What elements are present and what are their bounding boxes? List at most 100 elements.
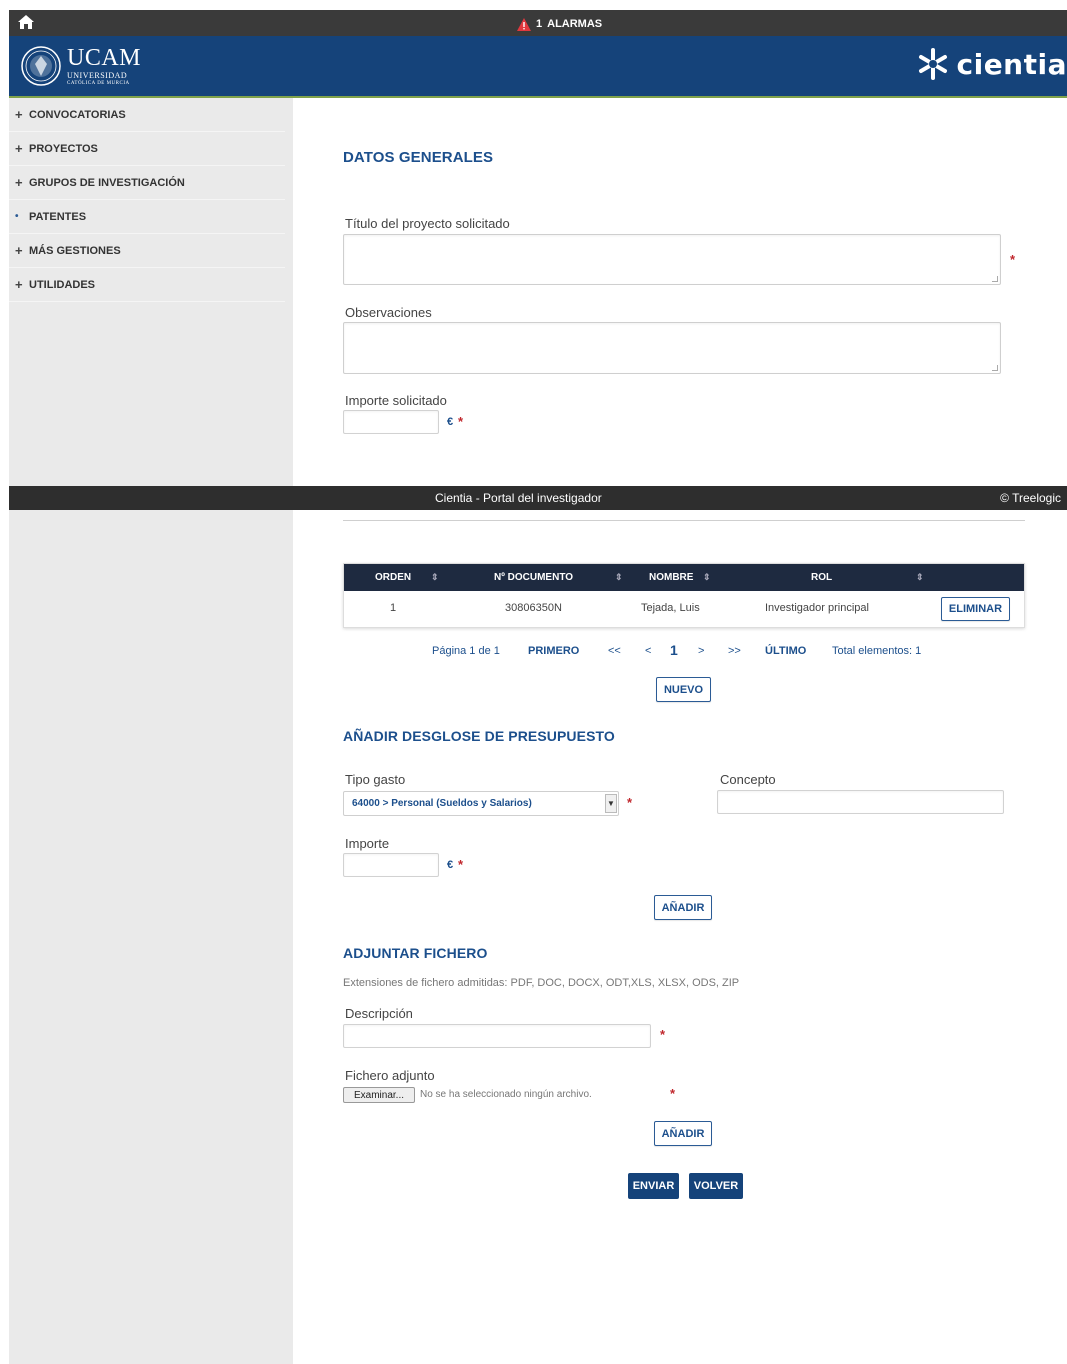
sidebar-nav: + CONVOCATORIAS + PROYECTOS + GRUPOS DE … — [9, 98, 293, 302]
extensions-note: Extensiones de fichero admitidas: PDF, D… — [343, 977, 740, 989]
desglose-title: AÑADIR DESGLOSE DE PRESUPUESTO — [343, 728, 615, 744]
cientia-asterisk-icon — [918, 48, 947, 80]
volver-button[interactable]: VOLVER — [689, 1173, 743, 1199]
sidebar-item-label: GRUPOS DE INVESTIGACIÓN — [29, 176, 185, 189]
footer-bar: Cientia - Portal del investigador © Tree… — [9, 486, 1067, 510]
importe-solicitado-input[interactable] — [343, 410, 439, 434]
required-mark: * — [627, 795, 633, 810]
pager-prev[interactable]: < — [645, 645, 651, 657]
dropdown-arrow-icon[interactable]: ▼ — [605, 794, 617, 813]
sort-icon[interactable]: ⇕ — [431, 572, 439, 583]
cell-documento: 30806350N — [505, 602, 562, 614]
sidebar-item-convocatorias[interactable]: + CONVOCATORIAS — [9, 98, 285, 132]
pager-next-next[interactable]: >> — [728, 645, 741, 657]
page-info: Página 1 de 1 — [432, 645, 500, 657]
sidebar-item-proyectos[interactable]: + PROYECTOS — [9, 132, 285, 166]
home-icon[interactable] — [17, 14, 35, 30]
required-mark: * — [1010, 252, 1016, 267]
descripcion-label: Descripción — [345, 1006, 413, 1021]
cell-orden: 1 — [390, 602, 397, 614]
ucam-subtitle: UNIVERSIDAD — [67, 71, 128, 80]
importe-label: Importe — [345, 836, 390, 851]
column-header-rol[interactable]: ROL ⇕ — [732, 564, 932, 591]
pager-prev-prev[interactable]: << — [608, 645, 621, 657]
examinar-button[interactable]: Examinar... — [343, 1087, 415, 1103]
required-mark: * — [660, 1027, 666, 1042]
alarms-label: ALARMAS — [547, 18, 603, 30]
pager-next[interactable]: > — [698, 645, 704, 657]
pager-current[interactable]: 1 — [670, 642, 678, 658]
nuevo-button[interactable]: NUEVO — [656, 677, 711, 702]
pager-total: Total elementos: 1 — [832, 645, 922, 657]
sidebar-item-label: MÁS GESTIONES — [29, 244, 121, 257]
sidebar-item-utilidades[interactable]: + UTILIDADES — [9, 268, 285, 302]
expand-plus-icon: + — [15, 243, 23, 258]
expand-plus-icon: + — [15, 277, 23, 292]
titulo-label: Título del proyecto solicitado — [345, 216, 510, 231]
sidebar-item-label: CONVOCATORIAS — [29, 108, 126, 121]
table-row: 1 30806350N Tejada, Luis Investigador pr… — [344, 591, 1024, 627]
concepto-input[interactable] — [717, 790, 1004, 814]
investigators-table: ORDEN ⇕ Nº DOCUMENTO ⇕ NOMBRE ⇕ ROL ⇕ 1 … — [343, 563, 1025, 628]
sidebar-item-label: PATENTES — [29, 210, 87, 223]
tipo-gasto-label: Tipo gasto — [345, 772, 406, 787]
fichero-label: Fichero adjunto — [345, 1068, 435, 1083]
footer-copyright: © Treelogic — [1000, 491, 1061, 505]
sidebar: + CONVOCATORIAS + PROYECTOS + GRUPOS DE … — [9, 98, 293, 1364]
warning-icon — [517, 17, 531, 31]
ucam-name: UCAM — [67, 45, 142, 71]
column-header-orden[interactable]: ORDEN ⇕ — [344, 564, 444, 591]
concepto-label: Concepto — [720, 772, 776, 787]
sort-icon[interactable]: ⇕ — [615, 572, 623, 583]
header: UCAM UNIVERSIDAD CATÓLICA DE MURCIA cien… — [9, 36, 1067, 98]
euro-symbol: € — [447, 416, 454, 428]
sidebar-item-patentes[interactable]: • PATENTES — [9, 200, 285, 234]
pager-last[interactable]: ÚLTIMO — [765, 645, 806, 657]
sort-icon[interactable]: ⇕ — [703, 572, 711, 583]
cientia-name: cientia — [956, 47, 1067, 81]
top-bar: 1 ALARMAS — [9, 10, 1067, 36]
required-mark: * — [670, 1086, 676, 1101]
observaciones-textarea[interactable] — [343, 322, 1001, 374]
alarm-count: 1 — [536, 18, 543, 30]
resize-handle-icon[interactable] — [992, 365, 998, 371]
ucam-subtitle-2: CATÓLICA DE MURCIA — [67, 81, 130, 86]
no-file-text: No se ha seleccionado ningún archivo. — [420, 1089, 592, 1100]
column-header-documento[interactable]: Nº DOCUMENTO ⇕ — [444, 564, 632, 591]
cell-nombre: Tejada, Luis — [641, 602, 700, 614]
ucam-logo[interactable]: UCAM UNIVERSIDAD CATÓLICA DE MURCIA — [21, 40, 159, 92]
university-seal-icon — [21, 46, 61, 86]
sidebar-item-label: UTILIDADES — [29, 278, 95, 291]
pager-first[interactable]: PRIMERO — [528, 645, 579, 657]
expand-plus-icon: + — [15, 107, 23, 122]
descripcion-input[interactable] — [343, 1024, 651, 1048]
tipo-gasto-selected: 64000 > Personal (Sueldos y Salarios) — [352, 798, 532, 809]
enviar-button[interactable]: ENVIAR — [628, 1173, 679, 1199]
alarms-link[interactable]: 1 ALARMAS — [517, 15, 602, 33]
eliminar-button[interactable]: ELIMINAR — [941, 597, 1010, 621]
sidebar-item-grupos[interactable]: + GRUPOS DE INVESTIGACIÓN — [9, 166, 285, 200]
column-header-nombre[interactable]: NOMBRE ⇕ — [632, 564, 732, 591]
required-mark: * — [458, 857, 464, 872]
euro-symbol: € — [447, 859, 454, 871]
resize-handle-icon[interactable] — [992, 276, 998, 282]
anadir-fichero-button[interactable]: AÑADIR — [654, 1121, 712, 1146]
titulo-textarea[interactable] — [343, 234, 1001, 285]
datos-generales-title: DATOS GENERALES — [343, 149, 494, 166]
anadir-desglose-button[interactable]: AÑADIR — [654, 895, 712, 920]
cientia-logo[interactable]: cientia — [915, 42, 1067, 86]
tipo-gasto-select[interactable]: 64000 > Personal (Sueldos y Salarios) ▼ — [343, 791, 619, 816]
footer-title: Cientia - Portal del investigador — [435, 491, 602, 505]
sidebar-item-mas-gestiones[interactable]: + MÁS GESTIONES — [9, 234, 285, 268]
expand-plus-icon: + — [15, 141, 23, 156]
expand-plus-icon: + — [15, 175, 23, 190]
required-mark: * — [458, 414, 464, 429]
cell-rol: Investigador principal — [765, 602, 869, 614]
importe-solicitado-label: Importe solicitado — [345, 393, 447, 408]
adjuntar-title: ADJUNTAR FICHERO — [343, 945, 488, 961]
bullet-icon: • — [15, 211, 19, 222]
importe-input[interactable] — [343, 853, 439, 877]
sort-icon[interactable]: ⇕ — [916, 572, 924, 583]
sidebar-item-label: PROYECTOS — [29, 142, 98, 155]
divider — [343, 520, 1025, 521]
